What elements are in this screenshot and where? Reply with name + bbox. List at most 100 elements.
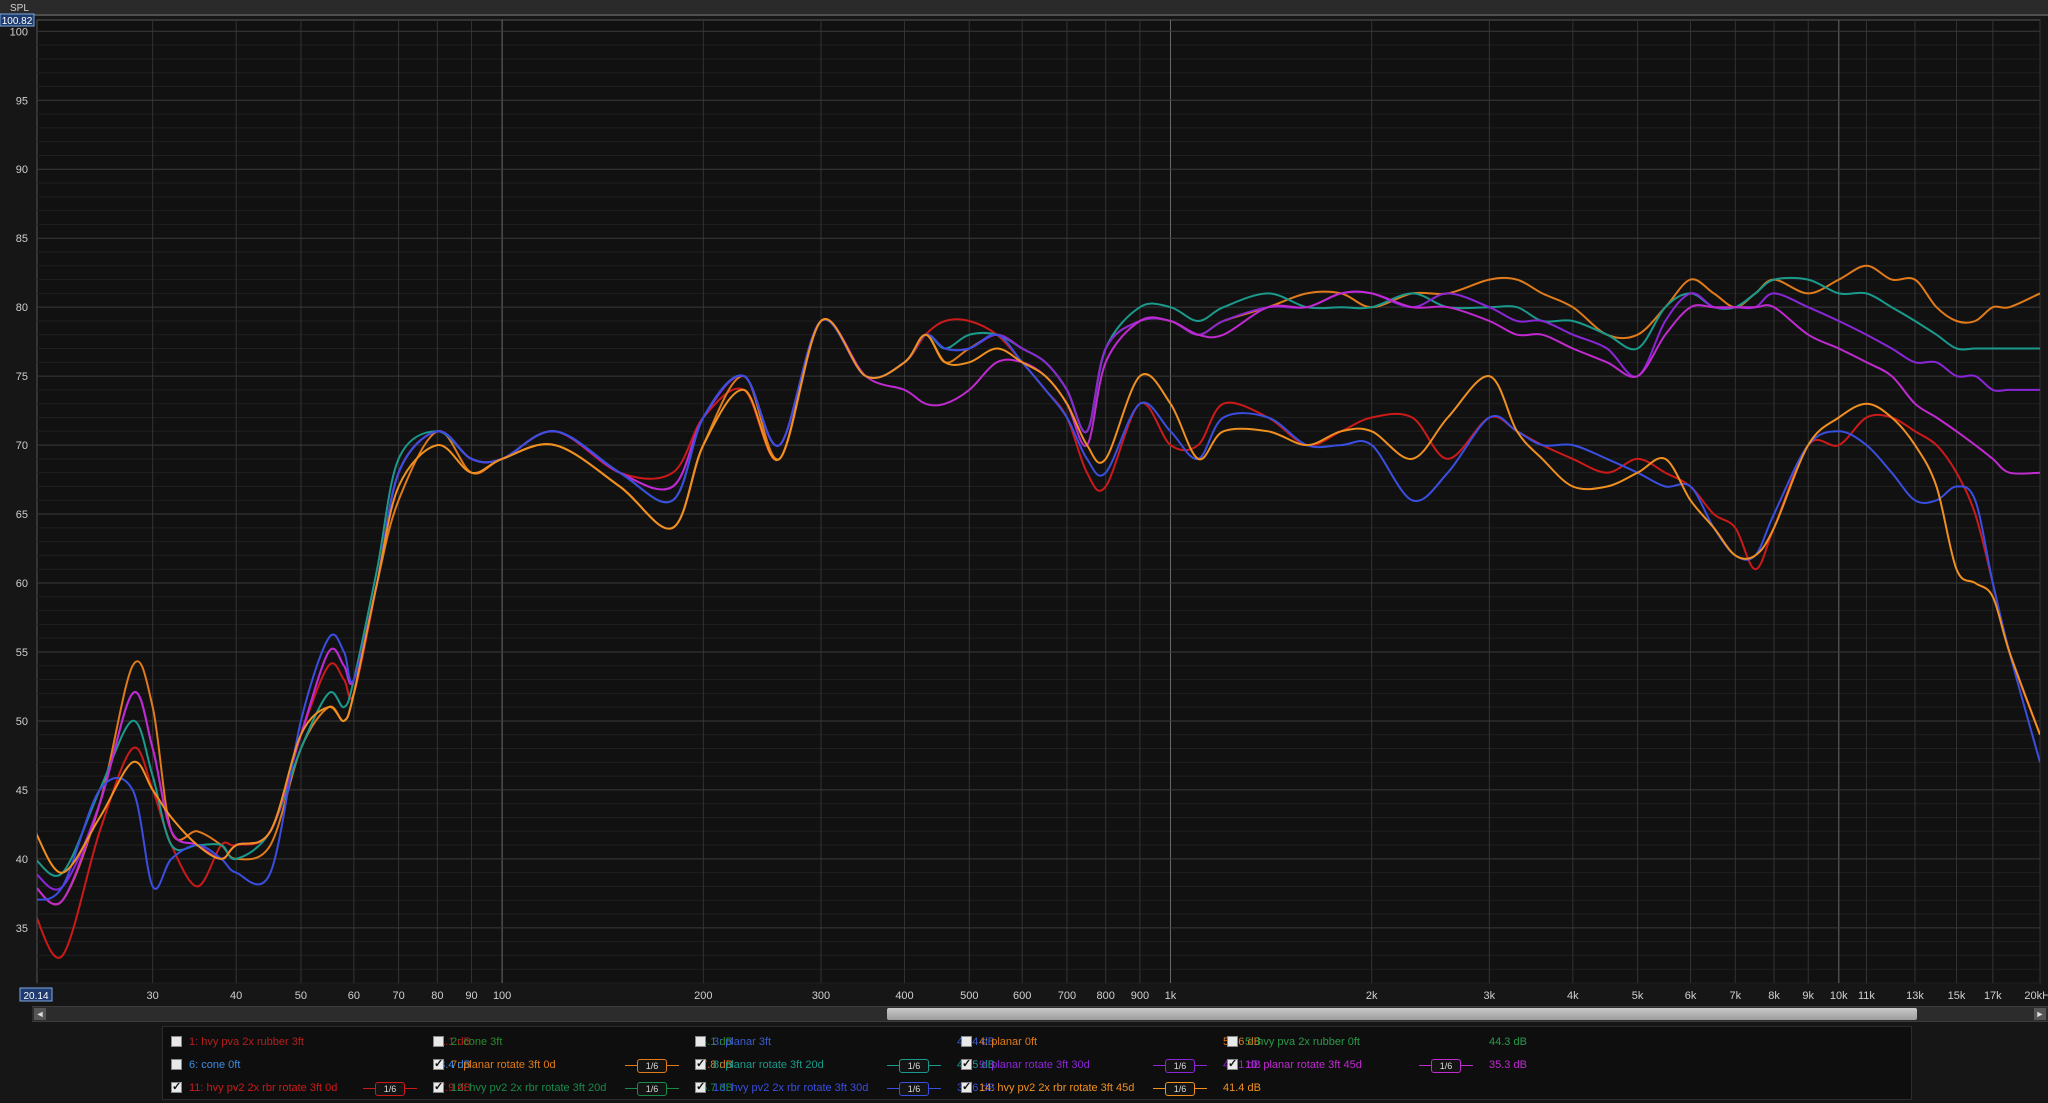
legend-item-name: 8: planar rotate 3ft 20d [713,1059,824,1071]
legend-item-name: 1: hvy pva 2x rubber 3ft [189,1036,304,1048]
smoothing-label: 1/6 [637,1082,667,1096]
legend-item-name: 14: hvy pv2 2x rbr rotate 3ft 45d [979,1082,1135,1094]
x-tick-label: 900 [1131,990,1149,1002]
legend-checkbox[interactable] [1227,1036,1238,1047]
x-tick-label: 15k [1948,990,1966,1002]
legend-checkbox[interactable]: ✓ [433,1082,444,1093]
smoothing-label: 1/6 [375,1082,405,1096]
x-tick-label: 70 [392,990,404,1002]
legend-checkbox[interactable]: ✓ [961,1059,972,1070]
x-tick-label: 90 [465,990,477,1002]
x-tick-label: 200 [694,990,712,1002]
top-bar [0,0,2048,14]
y-max-readout: 100.82 [2,16,33,27]
smoothing-label: 1/6 [1431,1059,1461,1073]
smoothing-selector[interactable]: 1/6 [887,1082,941,1096]
legend-item-name: 2: cone 3ft [451,1036,503,1048]
x-tick-label: 600 [1013,990,1031,1002]
legend-checkbox[interactable] [433,1036,444,1047]
x-tick-label: 700 [1058,990,1076,1002]
y-tick-label: 75 [16,371,28,383]
legend-item-name: 3: planar 3ft [713,1036,772,1048]
legend-checkbox[interactable] [961,1036,972,1047]
x-tick-label: 8k [1768,990,1780,1002]
x-tick-label: 10k [1830,990,1848,1002]
legend-item-name: 13: hvy pv2 2x rbr rotate 3ft 30d [713,1082,869,1094]
smoothing-label: 1/6 [899,1082,929,1096]
legend-item-name: 9: planar rotate 3ft 30d [979,1059,1090,1071]
x-tick-label: 80 [431,990,443,1002]
legend-item-name: 6: cone 0ft [189,1059,241,1071]
legend-checkbox[interactable]: ✓ [695,1059,706,1070]
legend-item-name: 11: hvy pv2 2x rbr rotate 3ft 0d [189,1082,338,1094]
y-tick-label: 50 [16,716,28,728]
smoothing-selector[interactable]: 1/6 [1153,1082,1207,1096]
smoothing-selector[interactable]: 1/6 [1153,1059,1207,1073]
legend-item-name: 12: hvy pv2 2x rbr rotate 3ft 20d [451,1082,607,1094]
y-tick-label: 55 [16,647,28,659]
scroll-thumb[interactable] [887,1008,1917,1020]
x-tick-label: 50 [295,990,307,1002]
x-min-readout: 20.14 [23,991,48,1002]
x-tick-label: 60 [348,990,360,1002]
x-tick-label: 5k [1632,990,1644,1002]
smoothing-selector[interactable]: 1/6 [625,1059,679,1073]
scroll-right-icon[interactable]: ► [2034,1008,2046,1020]
legend-checkbox[interactable]: ✓ [695,1082,706,1093]
legend-item-level: 35.3 dB [1489,1059,1527,1071]
y-tick-label: 40 [16,854,28,866]
x-tick-label: 40 [230,990,242,1002]
x-tick-label: 9k [1802,990,1814,1002]
y-tick-label: 65 [16,509,28,521]
y-tick-label: 100 [10,26,28,38]
legend-checkbox[interactable]: ✓ [961,1082,972,1093]
smoothing-label: 1/6 [1165,1082,1195,1096]
legend-checkbox[interactable] [695,1036,706,1047]
x-tick-label: 300 [812,990,830,1002]
smoothing-selector[interactable]: 1/6 [1419,1059,1473,1073]
legend-checkbox[interactable]: ✓ [433,1059,444,1070]
x-tick-label: 4k [1567,990,1579,1002]
legend-item-level: 41.4 dB [1223,1082,1261,1094]
y-tick-label: 45 [16,785,28,797]
x-tick-label: 800 [1097,990,1115,1002]
y-tick-label: 85 [16,233,28,245]
scroll-left-icon[interactable]: ◄ [34,1008,46,1020]
legend-checkbox[interactable]: ✓ [1227,1059,1238,1070]
x-tick-label: 11k [1858,990,1875,1002]
measurement-legend: 1: hvy pva 2x rubber 3ft 41.1 dB 2: cone 3… [162,1026,1912,1100]
legend-checkbox[interactable] [171,1059,182,1070]
smoothing-label: 1/6 [637,1059,667,1073]
x-tick-label: 500 [960,990,978,1002]
y-tick-label: 90 [16,164,28,176]
x-tick-label: 7k [1729,990,1741,1002]
legend-item-name: 5: hvy pva 2x rubber 0ft [1245,1036,1360,1048]
x-tick-label: 2k [1366,990,1378,1002]
smoothing-selector[interactable]: 1/6 [363,1082,417,1096]
plot-area [36,19,2041,984]
x-tick-label: 1k [1165,990,1177,1002]
legend-item-name: 7: planar rotate 3ft 0d [451,1059,556,1071]
smoothing-label: 1/6 [1165,1059,1195,1073]
y-tick-label: 95 [16,95,28,107]
x-tick-label: 6k [1685,990,1697,1002]
smoothing-selector[interactable]: 1/6 [887,1059,941,1073]
y-tick-label: 80 [16,302,28,314]
y-tick-label: 70 [16,440,28,452]
x-tick-label: 400 [895,990,913,1002]
x-tick-label: 100 [493,990,511,1002]
legend-checkbox[interactable]: ✓ [171,1082,182,1093]
y-axis-label: SPL [10,3,29,14]
legend-item-level: 44.3 dB [1489,1036,1527,1048]
spl-chart[interactable]: 30 40 50 60 70 80 90 100 200 300 400 500 600 700 800 90… [0,0,2048,1006]
legend-item-name: 10: planar rotate 3ft 45d [1245,1059,1362,1071]
x-tick-label: 17k [1984,990,2002,1002]
x-tick-label: 30 [147,990,159,1002]
y-tick-label: 60 [16,578,28,590]
smoothing-selector[interactable]: 1/6 [625,1082,679,1096]
horizontal-scrollbar[interactable]: ◄ ► [32,1006,2048,1022]
x-tick-label: 20kHz [2024,990,2048,1002]
y-tick-label: 35 [16,923,28,935]
legend-checkbox[interactable] [171,1036,182,1047]
smoothing-label: 1/6 [899,1059,929,1073]
